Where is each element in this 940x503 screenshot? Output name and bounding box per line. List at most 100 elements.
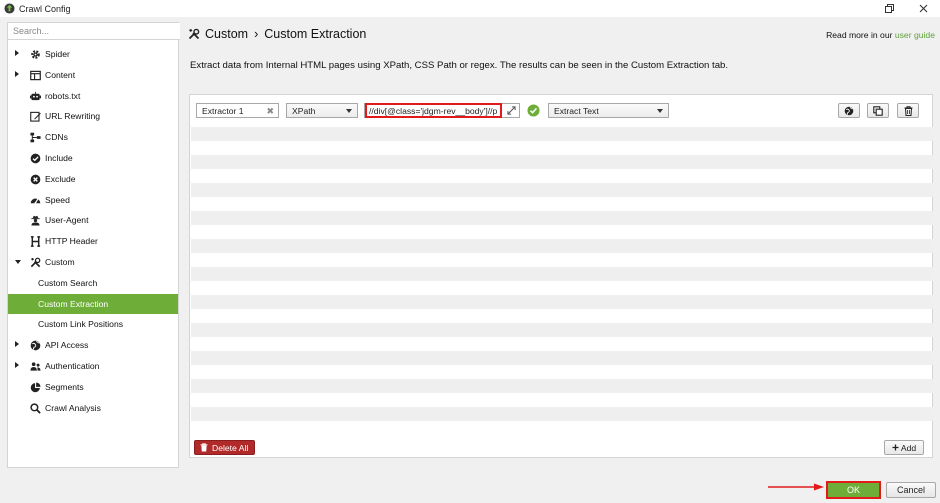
sidebar-item-authentication[interactable]: Authentication xyxy=(8,356,178,377)
sidebar-item-custom-search[interactable]: Custom Search xyxy=(8,273,178,294)
ok-button[interactable]: OK xyxy=(826,481,881,499)
trash-icon xyxy=(200,443,208,452)
tools-icon xyxy=(188,28,200,40)
user-secret-icon xyxy=(30,215,41,226)
add-extractor-button[interactable]: Add xyxy=(884,440,924,455)
user-guide-link[interactable]: user guide xyxy=(895,30,935,40)
empty-row xyxy=(191,379,933,393)
sidebar-item-label: Custom Link Positions xyxy=(38,319,124,330)
sidebar-item-api-access[interactable]: API Access xyxy=(8,335,178,356)
trash-icon xyxy=(904,105,912,116)
check-circle-icon xyxy=(30,153,41,164)
collapsed-arrow-icon[interactable] xyxy=(15,341,19,348)
collapsed-arrow-icon[interactable] xyxy=(15,50,19,56)
expression-input[interactable]: //div[@class='jdgm-rev__body']//p xyxy=(364,103,520,118)
window-controls xyxy=(872,0,940,17)
sidebar-item-spider[interactable]: Spider xyxy=(8,44,178,65)
extractor-name-value: Extractor 1 xyxy=(202,105,244,116)
pie-chart-icon xyxy=(30,382,41,393)
empty-row xyxy=(191,323,933,337)
empty-row xyxy=(191,239,933,253)
robot-icon xyxy=(30,91,41,102)
duplicate-button[interactable] xyxy=(867,103,889,118)
extractor-name-field[interactable]: Extractor 1 ✖ xyxy=(196,103,279,118)
sidebar-item-label: HTTP Header xyxy=(45,236,98,247)
sidebar-item-label: Crawl Analysis xyxy=(45,402,101,413)
sidebar-item-content[interactable]: Content xyxy=(8,65,178,86)
empty-row xyxy=(191,155,933,169)
sidebar-item-label: Custom xyxy=(45,256,75,267)
clear-name-icon[interactable]: ✖ xyxy=(266,106,274,117)
restore-icon xyxy=(884,4,894,13)
collapsed-arrow-icon[interactable] xyxy=(15,70,19,77)
sidebar-nav: Spider Content robots.txt URL Rewriting CDNs… xyxy=(8,44,178,418)
collapsed-arrow-icon[interactable] xyxy=(15,361,19,368)
restore-button[interactable] xyxy=(872,0,906,17)
expanded-arrow-icon[interactable] xyxy=(15,259,21,264)
sidebar-item-label: robots.txt xyxy=(45,90,81,101)
read-more-text: Read more in our xyxy=(826,30,893,40)
tools-icon xyxy=(30,257,41,268)
delete-all-button[interactable]: Delete All xyxy=(194,440,256,455)
globe-icon xyxy=(30,340,41,351)
sidebar-item-crawl-analysis[interactable]: Crawl Analysis xyxy=(8,398,178,419)
copy-icon xyxy=(873,105,883,116)
extractor-panel: Extractor 1 ✖ XPath //div[@class='jdgm-r… xyxy=(189,94,933,458)
breadcrumb-current: Custom Extraction xyxy=(264,27,367,41)
window-title: Crawl Config xyxy=(19,3,71,14)
add-label: Add xyxy=(900,442,917,453)
sidebar-item-label: User-Agent xyxy=(45,215,89,226)
close-window-button[interactable] xyxy=(906,0,940,17)
empty-row xyxy=(191,127,933,141)
sidebar-item-label: Speed xyxy=(45,194,70,205)
read-more: Read more in our user guide xyxy=(826,30,935,40)
sidebar-item-url-rewriting[interactable]: URL Rewriting xyxy=(8,106,178,127)
title-bar: Crawl Config xyxy=(0,0,940,17)
speedometer-icon xyxy=(30,195,41,206)
sidebar-item-user-agent[interactable]: User-Agent xyxy=(8,210,178,231)
empty-row xyxy=(191,295,933,309)
chevron-down-icon xyxy=(657,109,663,113)
sidebar-item-custom[interactable]: Custom xyxy=(8,252,178,273)
sidebar-item-exclude[interactable]: Exclude xyxy=(8,169,178,190)
valid-check-icon xyxy=(527,104,540,117)
sidebar-item-include[interactable]: Include xyxy=(8,148,178,169)
extractor-type-select[interactable]: XPath xyxy=(286,103,358,118)
extract-mode-value: Extract Text xyxy=(554,105,599,116)
delete-extractor-button[interactable] xyxy=(897,103,919,118)
close-icon xyxy=(919,4,927,13)
sidebar-item-custom-link-positions[interactable]: Custom Link Positions xyxy=(8,314,178,335)
sidebar-item-cdns[interactable]: CDNs xyxy=(8,127,178,148)
empty-row xyxy=(191,267,933,281)
gear-icon xyxy=(30,49,41,60)
expand-icon[interactable] xyxy=(507,106,516,115)
sidebar-item-label: Spider xyxy=(45,49,70,59)
sidebar-item-label: CDNs xyxy=(45,132,68,143)
sidebar-item-label: API Access xyxy=(45,340,89,351)
sidebar-item-label: Custom Extraction xyxy=(38,298,109,309)
page-description: Extract data from Internal HTML pages us… xyxy=(190,60,729,71)
extract-mode-select[interactable]: Extract Text xyxy=(548,103,669,118)
empty-row xyxy=(191,211,933,225)
cancel-button[interactable]: Cancel xyxy=(886,482,936,498)
sidebar-item-label: Custom Search xyxy=(38,277,98,288)
delete-all-label: Delete All xyxy=(212,442,249,453)
sidebar-item-http-header[interactable]: HTTP Header xyxy=(8,231,178,252)
network-icon xyxy=(30,132,41,143)
sidebar-item-robots-txt[interactable]: robots.txt xyxy=(8,86,178,107)
sidebar-item-speed[interactable]: Speed xyxy=(8,190,178,211)
plus-icon xyxy=(892,444,899,451)
breadcrumb-parent[interactable]: Custom xyxy=(205,27,248,41)
sidebar: Spider Content robots.txt URL Rewriting CDNs… xyxy=(7,22,180,468)
sidebar-search-input[interactable] xyxy=(8,23,180,40)
sidebar-item-custom-extraction[interactable]: Custom Extraction xyxy=(8,293,178,315)
sidebar-item-label: Include xyxy=(45,152,73,163)
breadcrumb: Custom › Custom Extraction xyxy=(205,27,366,41)
sidebar-item-label: Segments xyxy=(45,381,84,392)
content-icon xyxy=(30,70,41,81)
test-url-button[interactable] xyxy=(838,103,860,118)
sidebar-item-label: Authentication xyxy=(45,360,100,371)
sidebar-item-segments[interactable]: Segments xyxy=(8,377,178,398)
sidebar-item-label: Exclude xyxy=(45,173,76,184)
annotation-arrow xyxy=(768,483,824,491)
